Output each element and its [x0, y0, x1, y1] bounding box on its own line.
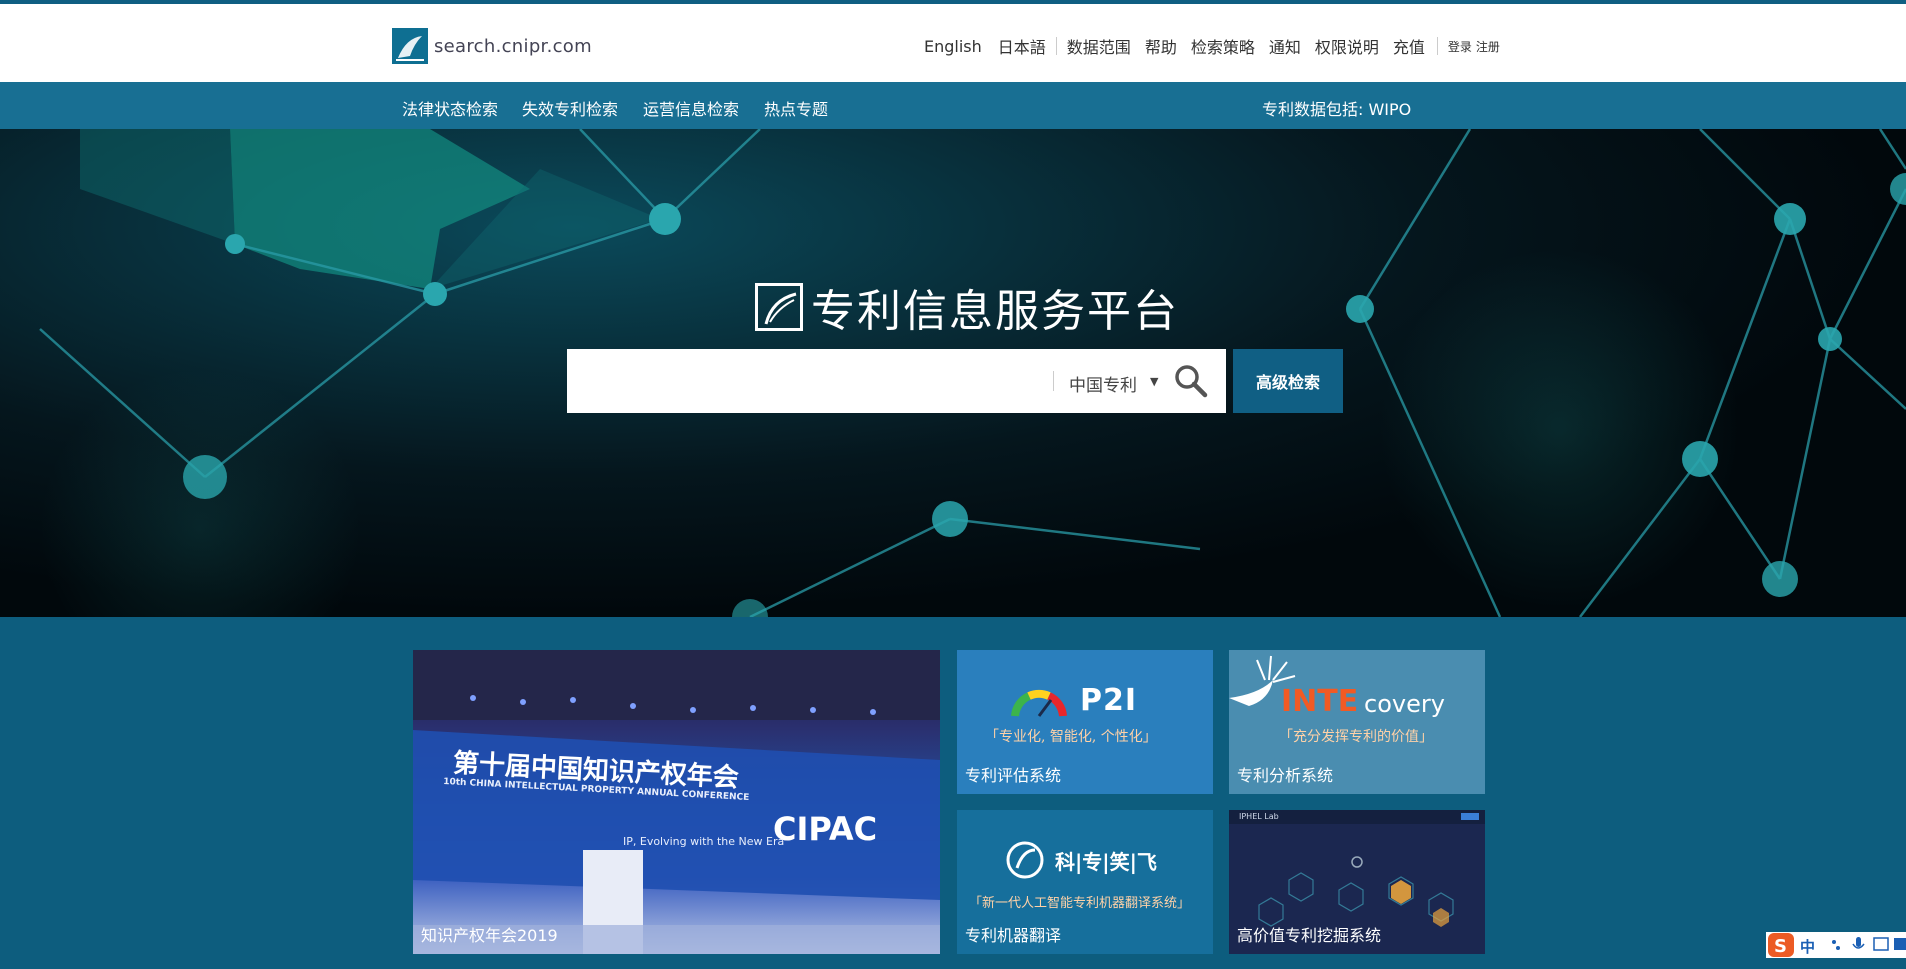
- advanced-search-button[interactable]: 高级检索: [1233, 349, 1343, 413]
- hero-title: 专利信息服务平台: [755, 275, 1179, 339]
- inte-brand: INTE: [1281, 684, 1359, 719]
- site-header: search.cnipr.com English 日本語 数据范围 帮助 检索策…: [0, 4, 1906, 82]
- inte-slogan: 「充分发挥专利的价值」: [1279, 729, 1433, 745]
- translation-logo-icon: [1006, 841, 1044, 879]
- translation-slogan: 「新一代人工智能专利机器翻译系统」: [969, 896, 1191, 911]
- nav-item-operations[interactable]: 运营信息检索: [643, 96, 739, 120]
- tile-patent-analysis[interactable]: INTE covery 「充分发挥专利的价值」 专利分析系统: [1229, 650, 1485, 794]
- gauge-icon: [1011, 689, 1067, 717]
- p2i-brand: P2I: [1080, 683, 1138, 718]
- conference-photo: [413, 650, 940, 954]
- caret-down-icon[interactable]: ▼: [1150, 375, 1158, 388]
- search-box: 中国专利 ▼: [567, 349, 1226, 413]
- top-links: English 日本語 数据范围 帮助 检索策略 通知 权限说明 充值 登录 注…: [924, 34, 1500, 58]
- platform-logo-icon: [755, 283, 803, 331]
- tile-label: 专利评估系统: [965, 766, 1062, 785]
- p2i-slogan: 「专业化, 智能化, 个性化」: [985, 729, 1157, 745]
- notice-link[interactable]: 通知: [1269, 34, 1301, 58]
- divider: [1055, 37, 1057, 55]
- lang-english-link[interactable]: English: [924, 37, 982, 56]
- search-icon[interactable]: [1174, 364, 1208, 402]
- conference-slogan: IP, Evolving with the New Era: [623, 835, 785, 848]
- nav-item-hot-topics[interactable]: 热点专题: [764, 96, 828, 120]
- search-scope-select[interactable]: 中国专利: [1069, 371, 1137, 396]
- tile-patent-evaluation[interactable]: P2I 「专业化, 智能化, 个性化」 专利评估系统: [957, 650, 1213, 794]
- svg-text:S: S: [1774, 936, 1787, 957]
- nav-item-legal-status[interactable]: 法律状态检索: [402, 96, 498, 120]
- patent-data-coverage: 专利数据包括: WIPO: [1262, 100, 1412, 119]
- recharge-link[interactable]: 充值: [1393, 34, 1425, 58]
- covery-brand: covery: [1364, 690, 1445, 718]
- permissions-link[interactable]: 权限说明: [1315, 34, 1379, 58]
- logo-text: search.cnipr.com: [434, 35, 592, 57]
- lang-japanese-link[interactable]: 日本語: [998, 34, 1046, 58]
- mining-brand: IPHEL Lab: [1239, 812, 1279, 821]
- translation-brand: 科|专|笑|飞: [1055, 850, 1157, 874]
- divider: [1436, 37, 1438, 55]
- divider: [1053, 371, 1054, 391]
- hero-banner: 专利信息服务平台 中国专利 ▼ 高级检索: [0, 129, 1906, 617]
- hero-title-text: 专利信息服务平台: [811, 286, 1179, 337]
- ime-mode-label: 中: [1800, 938, 1816, 956]
- tile-machine-translation[interactable]: 科|专|笑|飞 「新一代人工智能专利机器翻译系统」 专利机器翻译: [957, 810, 1213, 954]
- site-logo[interactable]: search.cnipr.com: [392, 28, 592, 64]
- search-strategy-link[interactable]: 检索策略: [1191, 34, 1255, 58]
- tile-label: 专利分析系统: [1237, 766, 1334, 785]
- tile-label: 专利机器翻译: [965, 926, 1062, 945]
- main-nav: 法律状态检索 失效专利检索 运营信息检索 热点专题 专利数据包括: WIPO: [0, 82, 1906, 129]
- search-input[interactable]: [567, 349, 1047, 413]
- tile-high-value-mining[interactable]: IPHEL Lab 高价值专利挖掘系统: [1229, 810, 1485, 954]
- ime-icons: S: [1766, 932, 1906, 958]
- tile-label: 高价值专利挖掘系统: [1237, 926, 1382, 945]
- register-link[interactable]: 注册: [1476, 38, 1500, 55]
- logo-mark-icon: [392, 28, 428, 64]
- login-link[interactable]: 登录: [1448, 38, 1472, 55]
- cipac-logo: CIPAC: [773, 810, 878, 848]
- help-link[interactable]: 帮助: [1145, 34, 1177, 58]
- ime-toolbar[interactable]: S 中: [1766, 930, 1906, 960]
- tile-label: 知识产权年会2019: [421, 926, 558, 945]
- tile-ip-annual-conference[interactable]: 第十届中国知识产权年会 10th CHINA INTELLECTUAL PROP…: [413, 650, 940, 954]
- data-scope-link[interactable]: 数据范围: [1067, 34, 1131, 58]
- nav-item-expired-patents[interactable]: 失效专利检索: [522, 96, 618, 120]
